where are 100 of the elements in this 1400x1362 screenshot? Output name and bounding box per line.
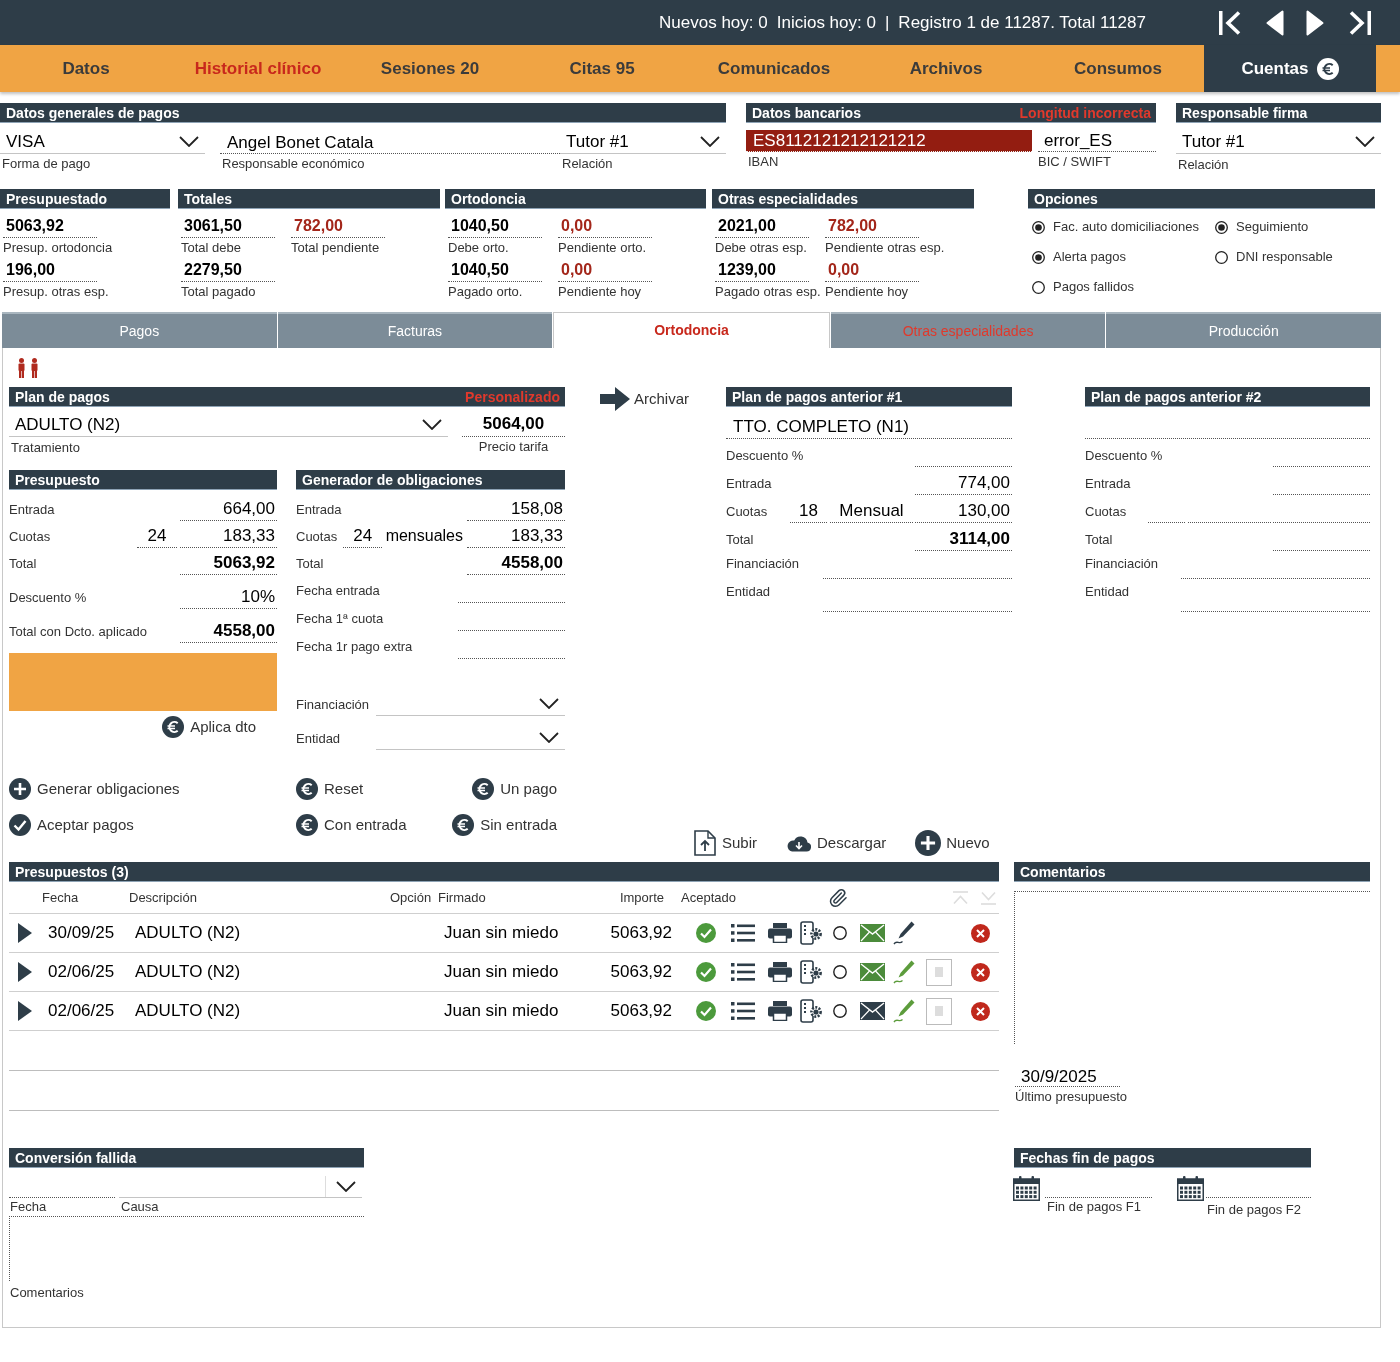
value-field[interactable]: 664,00: [180, 498, 277, 521]
field-label: Cuotas: [726, 504, 768, 520]
next-record-button[interactable]: [1306, 9, 1324, 36]
check-circle-icon[interactable]: [696, 923, 716, 943]
radio-icon[interactable]: [833, 965, 847, 979]
iban-field[interactable]: ES8112121212121212: [746, 130, 1032, 152]
radio-option[interactable]: DNI responsable: [1215, 247, 1333, 267]
envelope-icon[interactable]: [860, 1002, 885, 1020]
tab[interactable]: Citas 95: [516, 45, 688, 92]
tab[interactable]: Datos: [0, 45, 172, 92]
expand-icon[interactable]: [18, 923, 32, 943]
dropdown-field[interactable]: Tutor #1: [1176, 130, 1381, 154]
calendar-icon[interactable]: [1177, 1176, 1204, 1201]
radio-option[interactable]: Pagos fallidos: [1032, 277, 1134, 297]
value-field[interactable]: 183,33: [467, 525, 565, 548]
value-field[interactable]: 4558,00: [180, 620, 277, 643]
previous-icon: [1266, 9, 1284, 36]
value-field[interactable]: 5064,00: [462, 413, 565, 437]
check-circle-icon[interactable]: [696, 962, 716, 982]
comments-field[interactable]: [1014, 891, 1370, 1044]
caret-icon: [539, 732, 559, 743]
value-field[interactable]: 18: [790, 500, 827, 523]
value-field[interactable]: 158,08: [467, 498, 565, 521]
delete-icon[interactable]: [971, 962, 990, 982]
value-field[interactable]: 3114,00: [915, 528, 1012, 551]
action-button[interactable]: Sin entrada: [452, 813, 557, 837]
action-button[interactable]: Aceptar pagos: [9, 813, 134, 837]
euro-icon: [452, 814, 475, 836]
check-circle-icon[interactable]: [696, 1001, 716, 1021]
expand-icon[interactable]: [18, 962, 32, 982]
tab[interactable]: Cuentas: [1204, 45, 1376, 92]
expand-icon[interactable]: [18, 1001, 32, 1021]
period-text: mensuales: [385, 526, 463, 546]
radio-option[interactable]: Fac. auto domiciliaciones: [1032, 217, 1199, 237]
field-label: Comentarios: [9, 1285, 84, 1300]
separator-text: |: [884, 12, 890, 33]
amount-field: 2279,50: [181, 259, 275, 282]
field-label: Fin de pagos F1: [1046, 1199, 1141, 1214]
tab[interactable]: Ortodoncia: [553, 312, 830, 348]
tab[interactable]: Consumos: [1032, 45, 1204, 92]
radio-icon[interactable]: [833, 926, 847, 940]
value-field[interactable]: 130,00: [915, 500, 1012, 523]
archive-button[interactable]: Archivar: [600, 387, 690, 411]
printer-icon[interactable]: [768, 923, 792, 943]
field-label: Entrada: [1085, 476, 1131, 492]
value-field[interactable]: error_ES: [1038, 130, 1156, 152]
value-field[interactable]: 24: [137, 525, 177, 548]
dropdown-field[interactable]: Tutor #1: [560, 130, 726, 154]
counter-text: Nuevos hoy: 0: [659, 12, 768, 33]
radio-icon[interactable]: [833, 1004, 847, 1018]
apply-discount-button[interactable]: Aplica dto: [162, 716, 256, 739]
tab[interactable]: Sesiones 20: [344, 45, 516, 92]
delete-icon[interactable]: [971, 1001, 990, 1021]
new-button[interactable]: Nuevo: [915, 830, 990, 856]
value-field[interactable]: Mensual: [830, 500, 913, 523]
field-label: BIC / SWIFT: [1038, 154, 1111, 169]
field-label: Pendiente orto.: [558, 240, 647, 255]
printer-icon[interactable]: [768, 962, 792, 982]
field-label: Debe otras esp.: [715, 240, 807, 255]
value-field[interactable]: 30/9/2025: [1015, 1066, 1120, 1087]
people-icon: [16, 358, 40, 378]
pen-icon[interactable]: [893, 921, 915, 945]
comments-field[interactable]: [9, 1216, 364, 1281]
list-icon[interactable]: [731, 923, 755, 943]
tab[interactable]: Archivos: [860, 45, 1032, 92]
action-button[interactable]: Generar obligaciones: [9, 777, 180, 801]
field-label: Relación: [561, 156, 613, 171]
dropdown-field[interactable]: ADULTO (N2): [9, 413, 448, 437]
phone-settings-icon[interactable]: [800, 999, 822, 1023]
caret-icon: [336, 1181, 356, 1192]
value-field[interactable]: 24: [343, 525, 383, 548]
field-label: Precio tarifa: [478, 439, 549, 454]
value-field[interactable]: 183,33: [180, 525, 277, 548]
dropdown-field[interactable]: VISA: [0, 130, 205, 154]
calendar-icon[interactable]: [1013, 1176, 1040, 1201]
download-button[interactable]: Descargar: [786, 830, 887, 856]
delete-icon[interactable]: [971, 923, 990, 943]
value-field[interactable]: 5063,92: [180, 552, 277, 575]
tab[interactable]: Comunicados: [688, 45, 860, 92]
dropdown-field[interactable]: [119, 1176, 362, 1198]
action-button[interactable]: Con entrada: [296, 813, 407, 837]
printer-icon[interactable]: [768, 1001, 792, 1021]
check-icon: [9, 814, 31, 836]
section-title: Presupuestado: [6, 190, 108, 207]
phone-settings-icon[interactable]: [800, 921, 822, 945]
value-field[interactable]: TTO. COMPLETO (N1): [726, 413, 1012, 439]
paperclip-icon[interactable]: [827, 887, 848, 908]
radio-option[interactable]: Seguimiento: [1215, 217, 1309, 237]
action-button[interactable]: Reset: [296, 777, 364, 801]
phone-settings-icon[interactable]: [800, 960, 822, 984]
upload-button[interactable]: Subir: [693, 830, 758, 856]
action-button[interactable]: Un pago: [472, 777, 557, 801]
value-field[interactable]: 4558,00: [467, 552, 565, 575]
value-field[interactable]: Angel Bonet Catala: [220, 130, 560, 154]
value-field[interactable]: 774,00: [915, 472, 1012, 495]
value-field[interactable]: 10%: [180, 586, 277, 609]
list-icon[interactable]: [731, 1001, 755, 1021]
radio-option[interactable]: Alerta pagos: [1032, 247, 1126, 267]
previous-record-button[interactable]: [1266, 9, 1284, 36]
list-icon[interactable]: [731, 962, 755, 982]
